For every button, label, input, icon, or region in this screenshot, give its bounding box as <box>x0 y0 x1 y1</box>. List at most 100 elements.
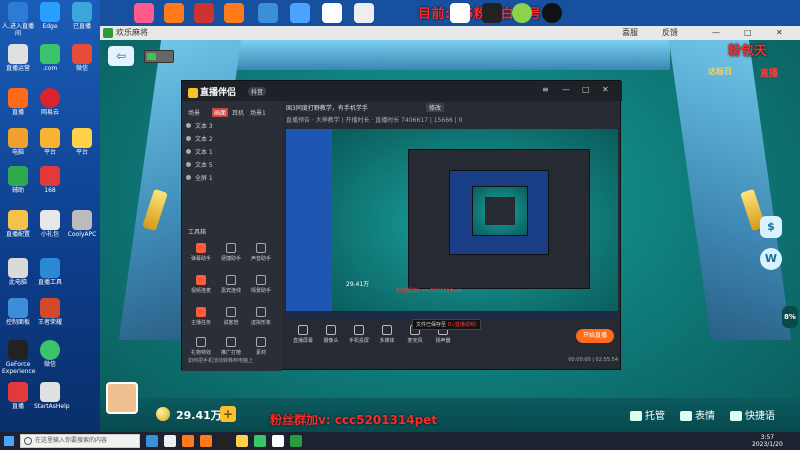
windows-start-icon[interactable] <box>4 436 14 446</box>
layer-row[interactable]: 文本 5 <box>186 160 278 170</box>
app-icon[interactable] <box>482 3 502 23</box>
desktop-icon[interactable]: 此电脑 <box>2 258 34 286</box>
action-media[interactable]: 多媒体 <box>374 325 400 344</box>
tool-talk[interactable]: 说客管 <box>218 307 244 326</box>
desktop-icon[interactable]: StartAsHelp <box>34 382 70 410</box>
taskbar-app-icon[interactable] <box>290 435 302 447</box>
maximize-icon[interactable]: □ <box>582 85 590 94</box>
battery-icon <box>144 50 174 63</box>
taskbar-search-input[interactable]: 在这里输入你要搜索的内容 <box>20 434 140 448</box>
desktop-icon[interactable]: 直播运营 <box>2 44 34 72</box>
app-icon[interactable] <box>450 3 470 23</box>
desktop-icon[interactable]: 平台 <box>66 128 98 156</box>
desktop-icon[interactable]: 人,进入直播间 <box>2 2 34 37</box>
app-icon[interactable] <box>224 3 244 23</box>
taskbar-app-icon[interactable] <box>236 435 248 447</box>
layer-row[interactable]: 文本 3 <box>186 121 278 131</box>
layer-row[interactable]: 全屏 1 <box>186 173 278 183</box>
desktop-icon[interactable]: 王者荣耀 <box>34 298 66 326</box>
minimize-icon[interactable]: — <box>562 85 570 94</box>
taskbar-app-icon[interactable] <box>146 435 158 447</box>
desktop-icon[interactable]: 小礼包 <box>34 210 66 238</box>
back-button[interactable]: ⇦ <box>108 46 134 66</box>
desktop-icon[interactable]: 平台 <box>34 128 66 156</box>
app-icon[interactable] <box>322 3 342 23</box>
side-w-button[interactable]: W <box>760 248 782 270</box>
side-dollar-button[interactable]: $ <box>760 216 782 238</box>
tool-promote[interactable]: 推广打榜 <box>218 337 244 356</box>
auto-play-button[interactable]: 托管 <box>630 407 665 422</box>
tool-danmaku[interactable]: 弹幕助手 <box>188 243 214 262</box>
desktop-icon[interactable]: 网易云 <box>34 88 66 116</box>
action-camera[interactable]: 摄像头 <box>318 325 344 344</box>
desktop-icon[interactable]: 控制面板 <box>2 298 34 326</box>
maximize-icon[interactable]: □ <box>744 26 752 40</box>
start-live-button[interactable]: 开始直播 <box>576 329 614 343</box>
layer-row[interactable]: 文本 1 <box>186 147 278 157</box>
notice-button[interactable]: 喜服 <box>622 26 638 40</box>
desktop-icon[interactable]: 微信 <box>34 340 66 368</box>
tool-scene-helper[interactable]: 情景助手 <box>248 275 274 294</box>
edit-title-button[interactable]: 修改 <box>426 103 445 112</box>
tab-screen[interactable]: 画面 <box>212 108 229 117</box>
eye-icon[interactable] <box>186 136 191 141</box>
feedback-button[interactable]: 反馈 <box>662 26 678 40</box>
layer-row[interactable]: 文本 2 <box>186 134 278 144</box>
tab-audio[interactable]: 耳机 <box>232 108 244 117</box>
taskbar-app-icon[interactable] <box>164 435 176 447</box>
platform-tag[interactable]: 抖音 <box>248 87 267 96</box>
app-icon[interactable] <box>194 3 214 23</box>
qq-icon[interactable] <box>542 3 562 23</box>
close-icon[interactable]: ✕ <box>602 85 609 94</box>
tool-guest-link[interactable]: 嘉宾连线 <box>218 275 244 294</box>
avatar[interactable] <box>106 382 138 414</box>
taskbar-app-icon[interactable] <box>200 435 212 447</box>
desktop-icon[interactable]: 微信 <box>66 44 98 72</box>
minimize-icon[interactable]: — <box>712 26 720 40</box>
close-icon[interactable]: ✕ <box>776 26 783 40</box>
action-phone[interactable]: 手机投屏 <box>346 325 372 344</box>
tab-scene[interactable]: 场景 <box>188 108 200 117</box>
tool-material[interactable]: 素材 <box>248 337 274 356</box>
taskbar-app-icon[interactable] <box>182 435 194 447</box>
desktop-icon[interactable]: CoolyAPC <box>66 210 98 238</box>
desktop-icon[interactable]: 电脑 <box>2 128 34 156</box>
desktop-icon[interactable]: .com <box>34 44 66 72</box>
eye-icon[interactable] <box>186 123 191 128</box>
taskbar-app-icon[interactable] <box>254 435 266 447</box>
taskbar-clock[interactable]: 3:57 2023/1/20 <box>752 434 783 448</box>
eye-icon[interactable] <box>186 149 191 154</box>
quick-chat-button[interactable]: 快捷语 <box>730 407 775 422</box>
tool-host-task[interactable]: 主播任务 <box>188 307 214 326</box>
desktop-icon[interactable]: 直播工具 <box>34 258 66 286</box>
desktop-icon[interactable]: 168 <box>34 166 66 194</box>
app-icon[interactable] <box>512 3 532 23</box>
tool-sound[interactable]: 声音助手 <box>248 243 274 262</box>
taskbar-app-icon[interactable] <box>218 435 230 447</box>
app-icon[interactable] <box>164 3 184 23</box>
tool-gift-fx[interactable]: 礼物特效 <box>188 337 214 356</box>
eye-icon[interactable] <box>186 175 191 180</box>
tool-helper[interactable]: 便捷助手 <box>218 243 244 262</box>
eye-icon[interactable] <box>186 162 191 167</box>
tool-video-link[interactable]: 视频连麦 <box>188 275 214 294</box>
desktop-icon[interactable]: Edge <box>34 2 66 30</box>
emoji-button[interactable]: 表情 <box>680 407 715 422</box>
desktop-icon[interactable]: 直播 <box>2 382 34 410</box>
taskbar-app-icon[interactable] <box>272 435 284 447</box>
tool-avatar[interactable]: 虚拟形象 <box>248 307 274 326</box>
app-icon[interactable] <box>258 3 278 23</box>
app-icon[interactable] <box>354 3 374 23</box>
live-hint[interactable]: 如何把手机活动转移到电脑上 <box>188 357 253 364</box>
tab-scene1[interactable]: 场景1 <box>250 108 266 117</box>
desktop-icon[interactable]: 直播 <box>2 88 34 116</box>
app-icon[interactable] <box>290 3 310 23</box>
action-screen[interactable]: 直播屏幕 <box>290 325 316 344</box>
menu-icon[interactable]: ≡ <box>542 85 549 94</box>
desktop-icon[interactable]: 辅助 <box>2 166 34 194</box>
desktop-icon[interactable]: 直播配置 <box>2 210 34 238</box>
desktop-icon[interactable]: GeForce Experience <box>2 340 35 375</box>
app-icon[interactable] <box>134 3 154 23</box>
desktop-icon[interactable]: 已直播 <box>66 2 98 30</box>
add-coins-button[interactable]: + <box>220 406 236 422</box>
